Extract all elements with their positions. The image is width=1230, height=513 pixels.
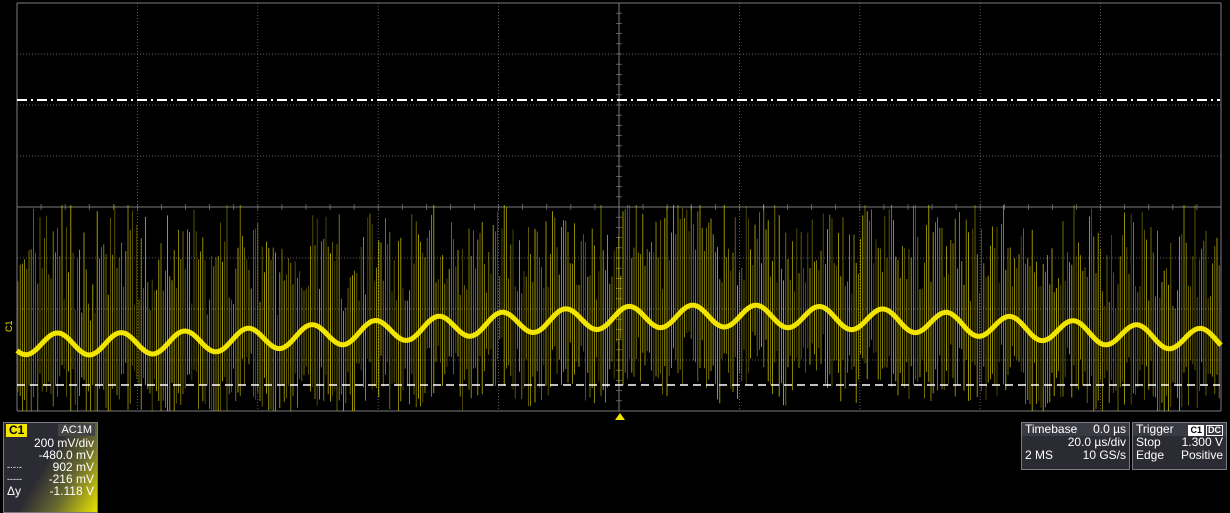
channel-1-descriptor[interactable]: C1 AC1M 200 mV/div -480.0 mV -·-·- 902 mV… (3, 422, 98, 513)
dash-dot-icon: -·-·- (7, 462, 22, 472)
sample-rate: 10 GS/s (1082, 448, 1126, 462)
channel-tag: C1 (6, 423, 28, 437)
graticule (16, 2, 1222, 412)
trigger-position-marker[interactable] (615, 413, 625, 420)
trigger-type: Edge (1136, 448, 1165, 462)
sample-count: 2 MS (1025, 448, 1054, 462)
trigger-descriptor[interactable]: Trigger C1 DC Stop 1.300 V Edge Positive (1132, 422, 1227, 470)
channel-ground-marker[interactable]: C1 (4, 320, 14, 332)
channel-coupling: AC1M (58, 424, 95, 436)
delta-y-readout: Δy -1.118 V (7, 484, 94, 498)
timebase-descriptor[interactable]: Timebase 0.0 µs 20.0 µs/div 2 MS 10 GS/s (1021, 422, 1130, 470)
trigger-slope: Positive (1180, 448, 1223, 462)
